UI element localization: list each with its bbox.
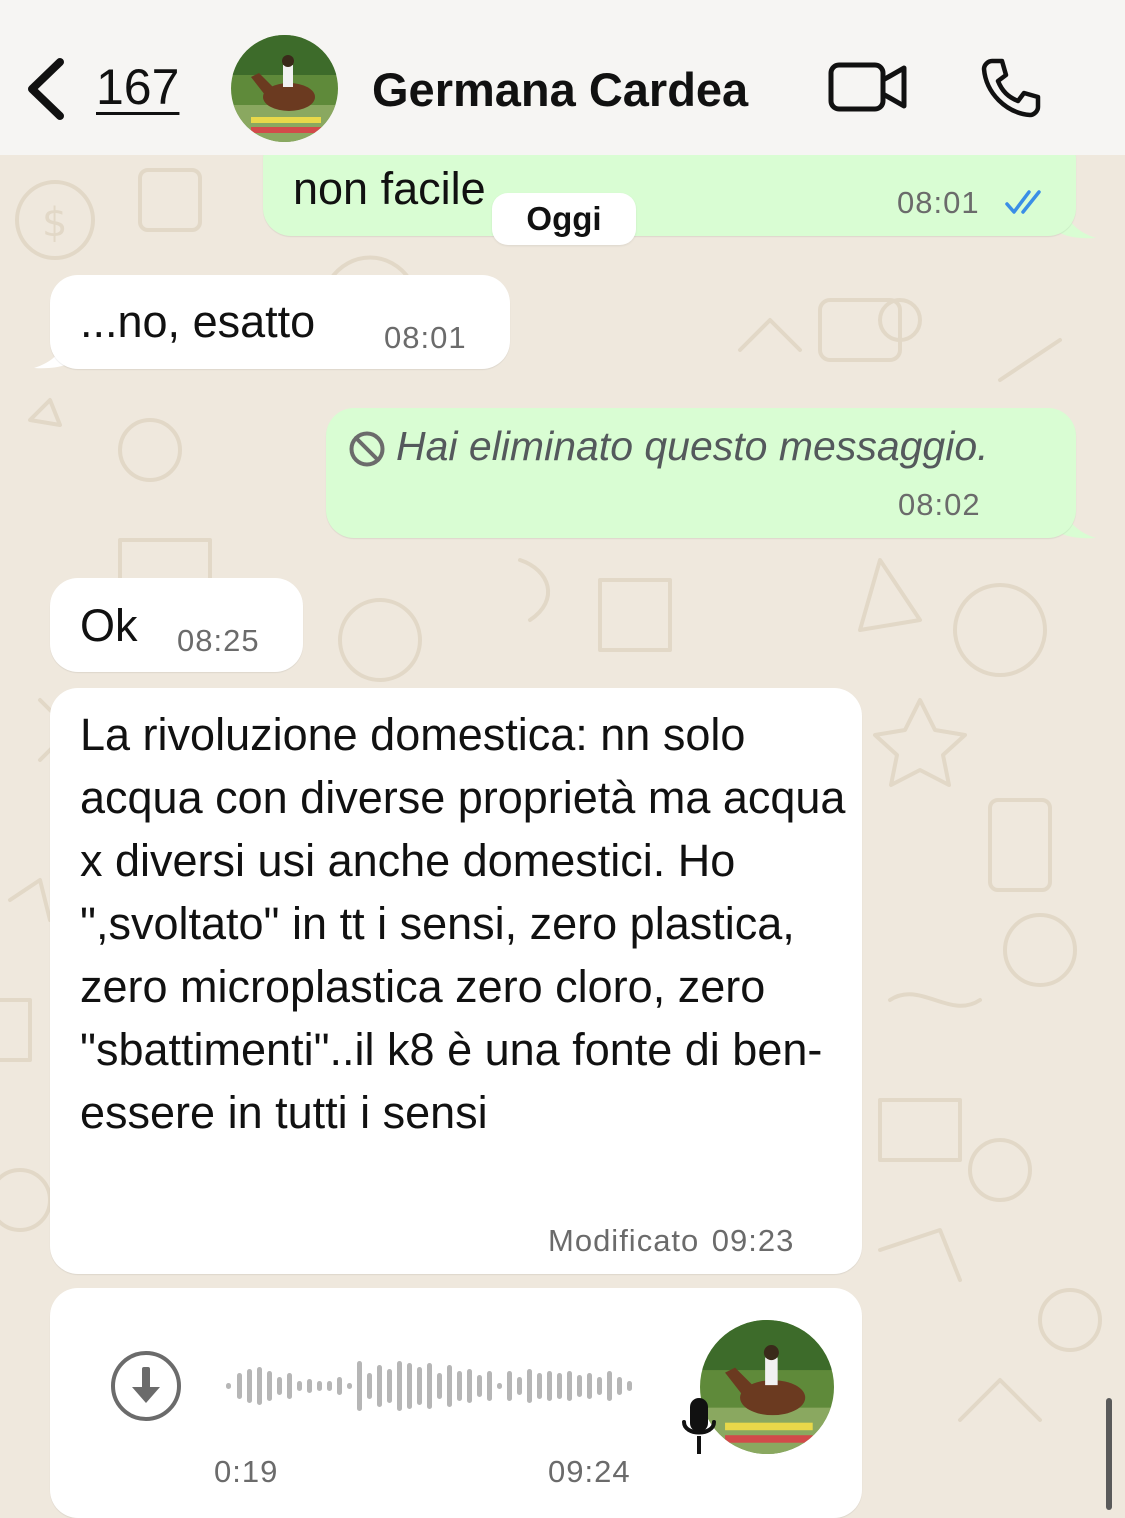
phone-call-icon[interactable] (978, 55, 1042, 119)
svg-text:$: $ (42, 200, 67, 246)
message-text: La rivoluzione domestica: nn solo acqua … (80, 709, 846, 1138)
unread-count-link[interactable]: 167 (96, 58, 179, 116)
message-time: 08:01 (384, 320, 467, 355)
message-time: 08:25 (177, 623, 260, 658)
back-chevron-icon[interactable] (22, 58, 72, 120)
voice-message-bubble[interactable]: 0:19 09:24 (50, 1288, 862, 1518)
scrollbar[interactable] (1106, 1398, 1112, 1510)
voice-sender-avatar (700, 1320, 834, 1454)
deleted-message-bubble[interactable]: Hai eliminato questo messaggio. 08:02 (326, 408, 1076, 538)
message-text: Ok (80, 600, 138, 651)
message-text: ...no, esatto (80, 296, 316, 347)
voice-duration: 0:19 (214, 1454, 279, 1489)
message-time: 09:24 (548, 1454, 631, 1489)
date-divider: Oggi (492, 193, 636, 245)
message-time: 08:02 (898, 487, 981, 522)
video-call-icon[interactable] (828, 60, 908, 114)
message-meta: Modificato 09:23 (548, 1223, 794, 1259)
contact-name[interactable]: Germana Cardea (372, 62, 748, 117)
voice-waveform[interactable] (226, 1351, 636, 1421)
deleted-message-text: Hai eliminato questo messaggio. (396, 423, 989, 469)
message-time: 09:23 (711, 1223, 795, 1258)
microphone-icon (682, 1398, 716, 1454)
message-time: 08:01 (897, 185, 980, 220)
contact-avatar[interactable] (231, 35, 338, 142)
download-icon[interactable] (109, 1349, 183, 1423)
read-ticks-icon (1005, 190, 1041, 214)
message-text: non facile (293, 163, 486, 214)
message-bubble-incoming[interactable]: Ok 08:25 (50, 578, 303, 672)
edited-label: Modificato (548, 1223, 700, 1258)
chat-header: 167 Germana Cardea (0, 0, 1125, 155)
message-bubble-incoming[interactable]: ...no, esatto 08:01 (50, 275, 510, 369)
deleted-message-icon (349, 431, 385, 467)
